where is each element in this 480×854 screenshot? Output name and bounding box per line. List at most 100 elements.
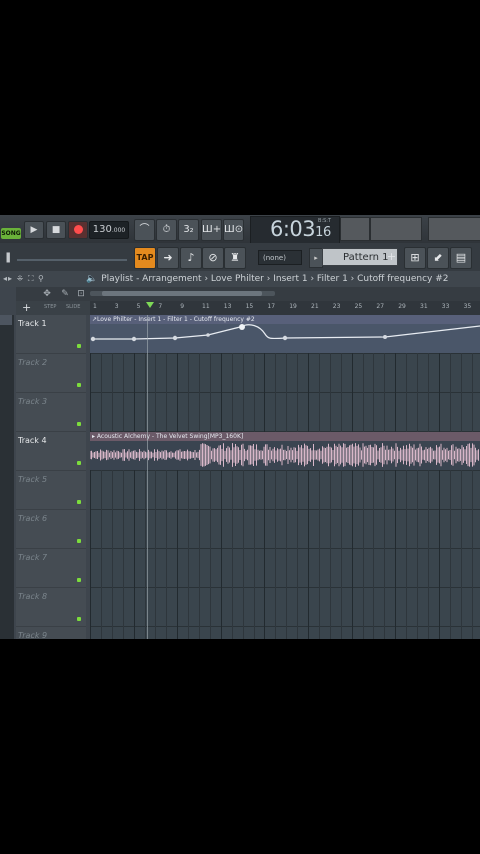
grid-column <box>286 315 288 639</box>
snap-icon[interactable]: ⊡ <box>76 289 86 299</box>
track-mute-led[interactable] <box>77 383 81 387</box>
track-mute-led[interactable] <box>77 422 81 426</box>
track-mute-led[interactable] <box>77 344 81 348</box>
automation-clip-title: ↗Love Philter - Insert 1 - Filter 1 - Cu… <box>92 316 255 323</box>
fl-studio-window: SONG ▶ ■ 130.000 ⌒ ⏱ 3₂ Ш+ Ш⊙ 6:0316 B:S… <box>0 215 480 639</box>
grid-column <box>384 315 386 639</box>
track-mute-led[interactable] <box>77 461 81 465</box>
track-header[interactable]: Track 3 <box>16 393 86 432</box>
master-slider[interactable] <box>17 259 127 261</box>
grid-row-line <box>90 626 480 627</box>
ruler-number: 13 <box>223 303 232 310</box>
grid-column <box>100 315 102 639</box>
track-header[interactable]: Track 2 <box>16 354 86 393</box>
track-name: Track 4 <box>18 436 47 445</box>
playlist-tools: ✥ ✎ ⊡ <box>16 287 480 301</box>
track-header[interactable]: Track 1 <box>16 315 86 354</box>
tempo-decimal: .000 <box>111 227 126 234</box>
ruler-number: 11 <box>202 303 210 310</box>
grid-column <box>362 315 364 639</box>
slide-label[interactable]: SLIDE <box>66 304 80 310</box>
pattern-none-select[interactable]: (none) <box>258 250 302 265</box>
metronome-button[interactable]: ⌒ <box>134 219 155 241</box>
grid-row-line <box>90 470 480 471</box>
audio-clip[interactable]: ▸ Acoustic Alchemy - The Velvet Swing[MP… <box>90 432 480 470</box>
loop-record-button[interactable]: Ш⊙ <box>223 219 244 241</box>
playlist-nav-icons[interactable]: ◂▸ ⁜ ⛶ ⚲ <box>3 271 45 287</box>
play-button[interactable]: ▶ <box>24 221 44 239</box>
grid-column <box>199 315 200 639</box>
draw-tool-icon[interactable]: ✎ <box>60 289 70 299</box>
channel-rack-icon[interactable]: ▤ <box>450 247 472 269</box>
song-mode-badge[interactable]: SONG <box>1 228 21 239</box>
grid-column <box>264 315 266 639</box>
playlist-breadcrumb[interactable]: 🔈 Playlist - Arrangement › Love Philter ›… <box>86 271 448 287</box>
pattern-arrow-button[interactable]: ▸ <box>309 248 323 268</box>
grid-column <box>427 315 429 639</box>
grid-column <box>188 315 190 639</box>
stop-button[interactable]: ■ <box>46 221 66 239</box>
track-name: Track 3 <box>18 397 48 406</box>
grid-column <box>329 315 331 639</box>
step-label[interactable]: STEP <box>44 304 56 310</box>
playhead-marker[interactable] <box>146 302 154 308</box>
track-mute-led[interactable] <box>77 539 81 543</box>
grid-column <box>177 315 179 639</box>
track-header[interactable]: Track 8 <box>16 588 86 627</box>
link-button[interactable]: ⊘ <box>202 247 224 269</box>
track-header[interactable]: Track 9 <box>16 627 86 639</box>
grid-column <box>209 315 211 639</box>
scrollbar-thumb[interactable] <box>102 291 262 296</box>
track-header[interactable]: Track 4 <box>16 432 86 471</box>
memory-meter <box>370 217 422 241</box>
ruler-number: 7 <box>158 303 163 310</box>
add-track-button[interactable]: + <box>22 301 31 315</box>
step-edit-button[interactable]: Ш+ <box>201 219 222 241</box>
move-tool-icon[interactable]: ✥ <box>42 289 52 299</box>
audio-waveform <box>90 443 479 467</box>
add-pattern-button[interactable]: + <box>386 248 397 266</box>
track-header[interactable]: Track 5 <box>16 471 86 510</box>
playlist-grid[interactable]: ↗Love Philter - Insert 1 - Filter 1 - Cu… <box>90 315 480 639</box>
grid-column <box>308 315 309 639</box>
ruler-number: 25 <box>354 303 363 310</box>
record-icon <box>73 225 83 234</box>
ruler-number: 15 <box>245 303 254 310</box>
track-mute-led[interactable] <box>77 500 81 504</box>
automation-clip[interactable]: ↗Love Philter - Insert 1 - Filter 1 - Cu… <box>90 315 480 353</box>
left-strip <box>0 315 14 639</box>
grid-column <box>297 315 299 639</box>
ruler-number: 3 <box>114 303 119 310</box>
grid-column <box>275 315 277 639</box>
ruler-number: 1 <box>93 303 97 310</box>
track-mute-led[interactable] <box>77 578 81 582</box>
record-button[interactable] <box>68 221 88 239</box>
track-name: Track 2 <box>18 358 48 367</box>
wait-input-button[interactable]: ⏱ <box>156 219 177 241</box>
tempo-display[interactable]: 130.000 <box>89 221 129 239</box>
grid-column <box>395 315 397 639</box>
track-mute-led[interactable] <box>77 617 81 621</box>
piano-roll-icon[interactable]: ⬋ <box>427 247 449 269</box>
grid-row-line <box>90 509 480 510</box>
transport-bar: SONG ▶ ■ 130.000 ⌒ ⏱ 3₂ Ш+ Ш⊙ 6:0316 B:S… <box>0 215 480 244</box>
hint-panel <box>428 217 480 241</box>
mixer-icon[interactable]: ⊞ <box>404 247 426 269</box>
grid-column <box>111 315 113 639</box>
countdown-button[interactable]: 3₂ <box>178 219 199 241</box>
grid-column <box>373 315 375 639</box>
arrow-button[interactable]: ➜ <box>157 247 179 269</box>
track-header[interactable]: Track 6 <box>16 510 86 549</box>
time-unit-label: B:S:T <box>318 218 332 224</box>
grid-column <box>406 315 408 639</box>
grid-column <box>166 315 168 639</box>
audio-clip-title: ▸ Acoustic Alchemy - The Velvet Swing[MP… <box>92 433 244 440</box>
grid-column <box>318 315 320 639</box>
grid-column <box>351 315 353 639</box>
stamp-button[interactable]: ♜ <box>224 247 246 269</box>
track-name: Track 8 <box>18 592 48 601</box>
tap-tempo-button[interactable]: TAP <box>134 247 156 269</box>
track-name: Track 5 <box>18 475 48 484</box>
note-button[interactable]: ♪ <box>180 247 202 269</box>
track-header[interactable]: Track 7 <box>16 549 86 588</box>
